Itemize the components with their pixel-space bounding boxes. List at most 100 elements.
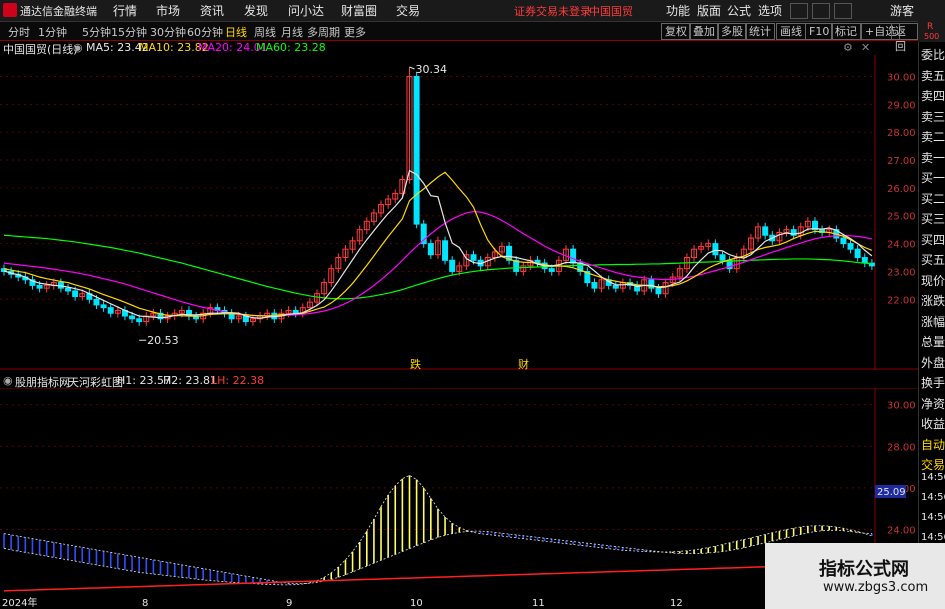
tool-draw[interactable]: 画线 xyxy=(776,23,806,40)
period-1m[interactable]: 1分钟 xyxy=(38,24,67,40)
event-marker-2[interactable]: 财 xyxy=(518,357,529,370)
price-tick: 23.00 xyxy=(887,267,916,278)
sub-tick: 28.00 xyxy=(887,442,916,453)
period-tick[interactable]: 分时 xyxy=(8,24,30,40)
period-daily[interactable]: 日线 xyxy=(225,24,247,40)
price-tick: 27.00 xyxy=(887,156,916,167)
tool-mark[interactable]: 标记 xyxy=(831,23,861,40)
trade-time: 14:56 xyxy=(921,492,945,503)
close-chart-icon[interactable]: ✕ xyxy=(861,41,870,54)
price-tick: 25.00 xyxy=(887,212,916,223)
close-icon[interactable] xyxy=(834,3,852,19)
period-monthly[interactable]: 月线 xyxy=(281,24,303,40)
settings-icon[interactable]: ⚙ xyxy=(843,41,853,54)
low-price-label: 20.53 xyxy=(147,334,179,347)
candle-body xyxy=(442,240,449,261)
candle-body xyxy=(65,287,72,292)
candle-body xyxy=(427,243,434,256)
price-tick: 28.00 xyxy=(887,128,916,139)
price-tick: 26.00 xyxy=(887,184,916,195)
quote-field-label: 卖三 xyxy=(921,109,945,124)
trade-time: 14:56 xyxy=(921,512,945,523)
sub-tick: 30.00 xyxy=(887,401,916,412)
tool-overlay[interactable]: 叠加 xyxy=(689,23,719,40)
period-60m[interactable]: 60分钟 xyxy=(187,24,223,40)
menu-function[interactable]: 功能 xyxy=(666,2,690,19)
candle-body xyxy=(854,248,861,259)
period-more[interactable]: 更多 xyxy=(344,24,366,40)
tool-back[interactable]: 返回 xyxy=(891,23,918,53)
candle-body xyxy=(470,254,477,261)
time-label: 11 xyxy=(532,598,545,609)
period-30m[interactable]: 30分钟 xyxy=(150,24,186,40)
menu-layout[interactable]: 版面 xyxy=(697,2,721,19)
quote-field-label: 涨跌 xyxy=(921,294,945,308)
watermark-title: 指标公式网 xyxy=(819,559,909,580)
quote-panel: 委比 卖五 卖四 卖三 卖二 卖一 买一 买二 买三 买四 买五 现价 涨跌 涨幅 总量 外盘 换手 净资 收益 自动… xyxy=(918,42,945,609)
menu-market[interactable]: 市场 xyxy=(156,2,180,19)
quote-field-label: 卖二 xyxy=(921,130,945,144)
ma60-value: MA60: 23.28 xyxy=(256,41,326,54)
maximize-icon[interactable] xyxy=(812,3,830,19)
menu-news[interactable]: 资讯 xyxy=(200,2,224,19)
quote-field-label: 买二 xyxy=(921,191,945,206)
watermark: 指标公式网 www.zbgs3.com xyxy=(765,543,945,609)
time-label: 2024年 xyxy=(2,596,37,609)
candle-body xyxy=(413,75,420,225)
quote-field-label: 涨幅 xyxy=(921,314,945,329)
candle-body xyxy=(107,307,114,314)
tool-f10[interactable]: F10 xyxy=(805,23,834,40)
menu-discover[interactable]: 发现 xyxy=(244,2,268,19)
candle-body xyxy=(591,282,598,289)
trade-time: 14:56 xyxy=(921,472,945,483)
visitor-label[interactable]: 游客 xyxy=(890,2,914,19)
period-weekly[interactable]: 周线 xyxy=(254,24,276,40)
candle-body xyxy=(655,287,662,295)
menu-wealth[interactable]: 财富圈 xyxy=(341,2,377,19)
candle-body xyxy=(570,248,577,264)
candle-body xyxy=(612,284,619,289)
badge-num: 500 xyxy=(924,32,940,41)
quote-field-label: 买三 xyxy=(921,212,945,226)
quote-field-label: 净资 xyxy=(921,396,945,411)
watermark-url: www.zbgs3.com xyxy=(823,580,929,595)
event-marker-1[interactable]: 跌 xyxy=(410,357,421,370)
menu-formula[interactable]: 公式 xyxy=(727,2,751,19)
trade-time: 14:56 xyxy=(921,532,945,543)
candle-body xyxy=(719,254,726,261)
candle-body xyxy=(100,304,107,309)
menu-bar: 通达信金融终端 行情 市场 资讯 发现 问小达 财富圈 交易 证券交易未登录 中… xyxy=(0,0,945,22)
menu-trade[interactable]: 交易 xyxy=(396,2,420,19)
sub-bars xyxy=(3,475,873,585)
menu-options[interactable]: 选项 xyxy=(758,2,782,19)
quote-field-label: 委比 xyxy=(921,48,945,62)
menu-ask[interactable]: 问小达 xyxy=(288,2,324,19)
sub-toggle-icon[interactable]: ◉ xyxy=(3,374,13,387)
candle-body xyxy=(36,284,43,289)
sub-indicator-bar: ◉ 股朋指标网 天河彩虹图 H1: 23.57 H2: 23.81 LH: 22… xyxy=(0,374,875,389)
candle-body xyxy=(72,290,79,298)
quote-field-label: 交易 xyxy=(921,458,945,472)
sub-h2: H2: 23.81 xyxy=(163,374,217,387)
candle-body xyxy=(136,318,143,323)
menu-quotes[interactable]: 行情 xyxy=(113,2,137,19)
price-tick: 22.00 xyxy=(887,295,916,306)
candle-body xyxy=(129,315,136,320)
period-15m[interactable]: 15分钟 xyxy=(111,24,147,40)
quote-field-label: 卖一 xyxy=(921,150,945,165)
candle-body xyxy=(712,243,719,256)
h2-line xyxy=(3,529,872,584)
period-5m[interactable]: 5分钟 xyxy=(82,24,111,40)
candle-body xyxy=(93,298,100,306)
trade-status[interactable]: 证券交易未登录 xyxy=(514,3,591,19)
app-title: 通达信金融终端 xyxy=(20,5,97,18)
candlestick-chart[interactable]: 30.00 29.00 28.00 27.00 26.00 25.00 24.00 23.00… xyxy=(0,55,918,370)
indicator-toggle-icon[interactable]: ◉ xyxy=(73,41,83,54)
tool-multi[interactable]: 多股 xyxy=(717,23,747,40)
period-multi[interactable]: 多周期 xyxy=(307,24,340,40)
quote-field-label: 卖五 xyxy=(921,68,945,83)
tool-stats[interactable]: 统计 xyxy=(745,23,775,40)
minimize-icon[interactable] xyxy=(790,3,808,19)
candle-body xyxy=(861,257,868,264)
tool-adjust[interactable]: 复权 xyxy=(661,23,691,40)
